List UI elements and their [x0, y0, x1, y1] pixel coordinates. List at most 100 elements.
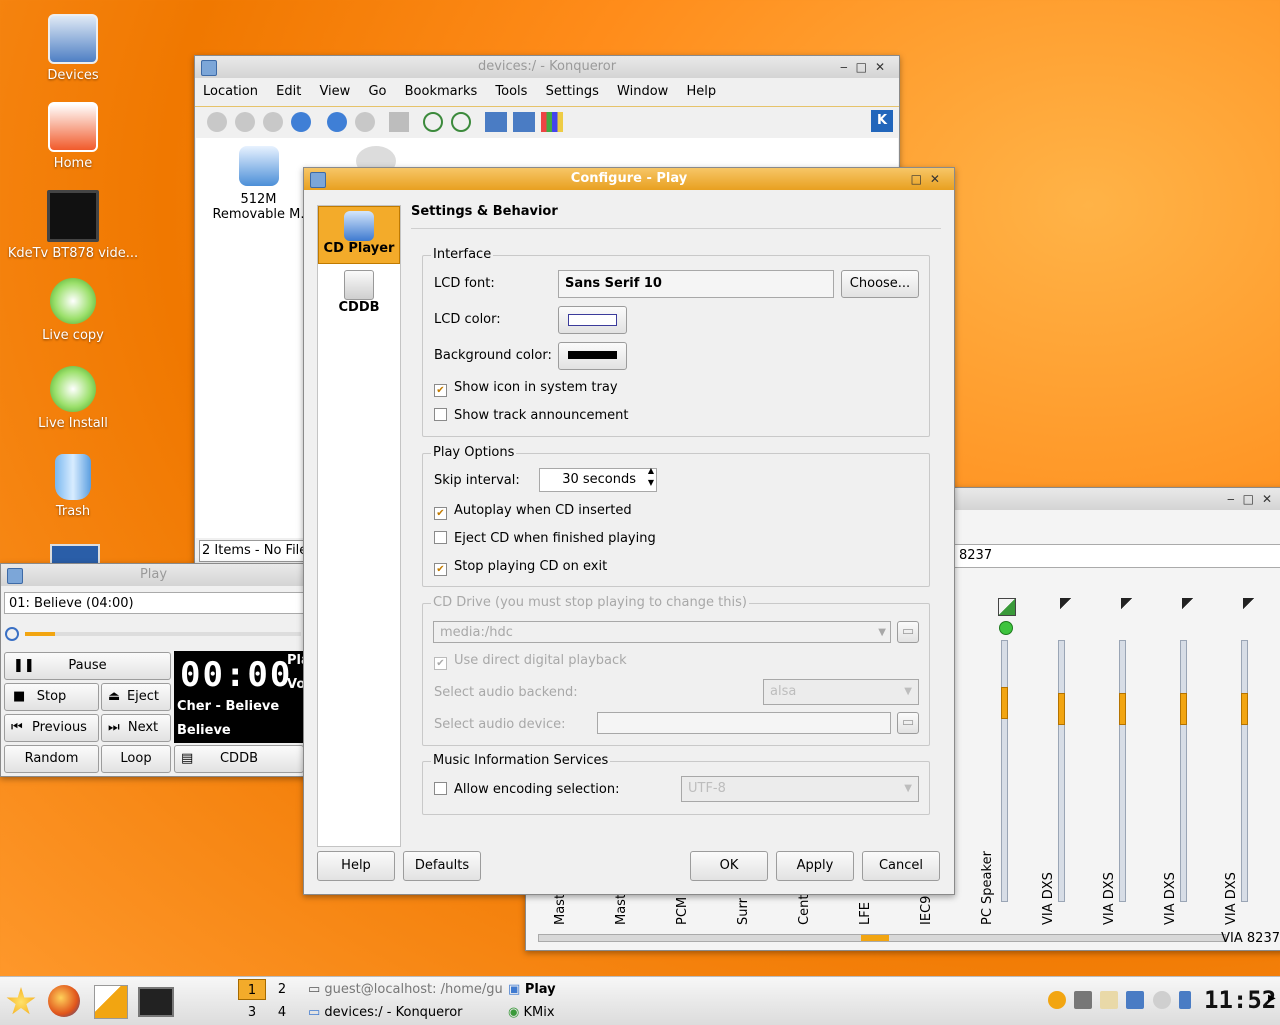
home-icon[interactable]	[291, 112, 311, 132]
menu-window[interactable]: Window	[617, 84, 668, 99]
sidebar-item-cd-player[interactable]: CD Player	[318, 206, 400, 264]
capture-icon[interactable]	[1243, 598, 1257, 612]
checkbox-checked[interactable]: ✔	[434, 657, 447, 670]
speaker-switch-icon[interactable]	[998, 598, 1016, 616]
skip-interval-spinbox[interactable]: 30 seconds ▲ ▼	[539, 466, 657, 492]
backend-combo[interactable]: alsa ▼	[763, 679, 919, 705]
pager-desktop-4[interactable]: 4	[268, 1002, 296, 1023]
cd-device-combo[interactable]: media:/hdc ▼	[433, 621, 891, 643]
background-color-button[interactable]	[558, 342, 627, 370]
network-tray-icon[interactable]	[1074, 991, 1093, 1009]
seek-slider[interactable]	[25, 632, 301, 636]
zoom-out-icon[interactable]	[451, 112, 471, 132]
show-tray-checkbox[interactable]: ✔ Show icon in system tray	[434, 380, 618, 397]
cddb-button[interactable]: ▤ CDDB	[174, 745, 304, 773]
capture-icon[interactable]	[1182, 598, 1196, 612]
lcd-color-button[interactable]	[558, 306, 627, 334]
random-button[interactable]: Random	[4, 745, 99, 773]
menu-tools[interactable]: Tools	[495, 84, 527, 99]
kmenu-star-icon[interactable]	[6, 987, 36, 1015]
firefox-icon[interactable]	[48, 985, 80, 1017]
direct-digital-checkbox[interactable]: ✔ Use direct digital playback	[434, 653, 627, 670]
zoom-in-icon[interactable]	[423, 112, 443, 132]
desktop-icon-kdetv[interactable]: KdeTv BT878 vide...	[3, 190, 143, 261]
task-play[interactable]: ▣ Play	[508, 979, 628, 1000]
checkbox-checked[interactable]: ✔	[434, 507, 447, 520]
up-icon[interactable]	[263, 112, 283, 132]
volume-slider[interactable]	[1058, 640, 1065, 902]
window-controls[interactable]: □✕	[911, 168, 948, 190]
menu-go[interactable]: Go	[368, 84, 386, 99]
stop-exit-checkbox[interactable]: ✔ Stop playing CD on exit	[434, 559, 607, 576]
print-icon[interactable]	[389, 112, 409, 132]
capture-icon[interactable]	[1060, 598, 1074, 612]
forward-icon[interactable]	[235, 112, 255, 132]
kmix-device-select[interactable]: 8237	[954, 544, 1280, 568]
kmix-balance-slider[interactable]	[538, 934, 1226, 942]
loop-button[interactable]: Loop	[101, 745, 171, 773]
tree-view-icon[interactable]	[513, 112, 535, 132]
volume-slider[interactable]	[1001, 640, 1008, 902]
choose-font-button[interactable]: Choose...	[841, 270, 919, 298]
volume-handle[interactable]	[1241, 693, 1248, 725]
menu-bookmarks[interactable]: Bookmarks	[405, 84, 478, 99]
eject-button[interactable]: ⏏ Eject	[101, 683, 171, 711]
task-konqueror[interactable]: ▭ devices:/ - Konqueror	[308, 1002, 504, 1023]
checkbox-checked[interactable]: ✔	[434, 563, 447, 576]
menu-edit[interactable]: Edit	[276, 84, 301, 99]
file-item-removable[interactable]: 512M Removable M.	[206, 146, 311, 222]
ok-button[interactable]: OK	[690, 851, 768, 881]
window-controls[interactable]: ‒□✕	[840, 56, 893, 78]
icon-view-icon[interactable]	[485, 112, 507, 132]
eject-finished-checkbox[interactable]: Eject CD when finished playing	[434, 531, 656, 546]
help-button[interactable]: Help	[317, 851, 395, 881]
menu-view[interactable]: View	[319, 84, 350, 99]
volume-slider[interactable]	[1241, 640, 1248, 902]
apply-button[interactable]: Apply	[776, 851, 854, 881]
volume-handle[interactable]	[1180, 693, 1187, 725]
cancel-button[interactable]: Cancel	[862, 851, 940, 881]
checkbox-unchecked[interactable]	[434, 408, 447, 421]
pager-desktop-1[interactable]: 1	[238, 979, 266, 1000]
stop-button[interactable]: ■ Stop	[4, 683, 99, 711]
cd-tray-icon[interactable]	[1152, 991, 1171, 1009]
player-titlebar[interactable]: Play	[1, 564, 306, 586]
desktop-icon-home[interactable]: Home	[3, 102, 143, 171]
konqueror-titlebar[interactable]: devices:/ - Konqueror ‒□✕	[195, 56, 899, 78]
next-button[interactable]: ⏭ Next	[101, 714, 171, 742]
encoding-combo[interactable]: UTF-8 ▼	[681, 776, 919, 802]
browse-device-button[interactable]: ▭	[897, 621, 919, 643]
desktop-icon-devices[interactable]: Devices	[3, 14, 143, 83]
checkbox-unchecked[interactable]	[434, 782, 447, 795]
menu-settings[interactable]: Settings	[546, 84, 599, 99]
volume-handle[interactable]	[1001, 687, 1008, 719]
split-view-icon[interactable]	[541, 112, 563, 132]
desktop-icon-live-copy[interactable]: Live copy	[3, 278, 143, 343]
encoding-checkbox[interactable]: Allow encoding selection:	[434, 782, 619, 797]
reload-icon[interactable]	[327, 112, 347, 132]
volume-handle[interactable]	[1119, 693, 1126, 725]
pause-button[interactable]: ❚❚ Pause	[4, 652, 171, 680]
seek-handle[interactable]	[25, 632, 55, 636]
menu-location[interactable]: Location	[203, 84, 258, 99]
volume-handle[interactable]	[1058, 693, 1065, 725]
autoplay-checkbox[interactable]: ✔ Autoplay when CD inserted	[434, 503, 632, 520]
desktop-icon-live-install[interactable]: Live Install	[3, 366, 143, 431]
volume-tray-icon[interactable]	[1178, 991, 1191, 1009]
taskbar-expand-icon[interactable]: ▶	[1268, 993, 1276, 1004]
help-tray-icon[interactable]	[1048, 991, 1066, 1009]
show-announce-checkbox[interactable]: Show track announcement	[434, 408, 628, 423]
checkbox-unchecked[interactable]	[434, 531, 447, 544]
menu-help[interactable]: Help	[686, 84, 716, 99]
task-terminal[interactable]: ▭ guest@localhost: /home/gu	[308, 979, 504, 1000]
track-select[interactable]: 01: Believe (04:00)	[4, 592, 304, 614]
desktop-icon-trash[interactable]: Trash	[3, 454, 143, 519]
pager-desktop-2[interactable]: 2	[268, 979, 296, 1000]
back-icon[interactable]	[207, 112, 227, 132]
stop-icon[interactable]	[355, 112, 375, 132]
window-controls[interactable]: ‒□✕	[1227, 488, 1280, 510]
browse-audio-button[interactable]: ▭	[897, 712, 919, 734]
previous-button[interactable]: ⏮ Previous	[4, 714, 99, 742]
volume-slider[interactable]	[1119, 640, 1126, 902]
balance-handle[interactable]	[861, 935, 889, 941]
